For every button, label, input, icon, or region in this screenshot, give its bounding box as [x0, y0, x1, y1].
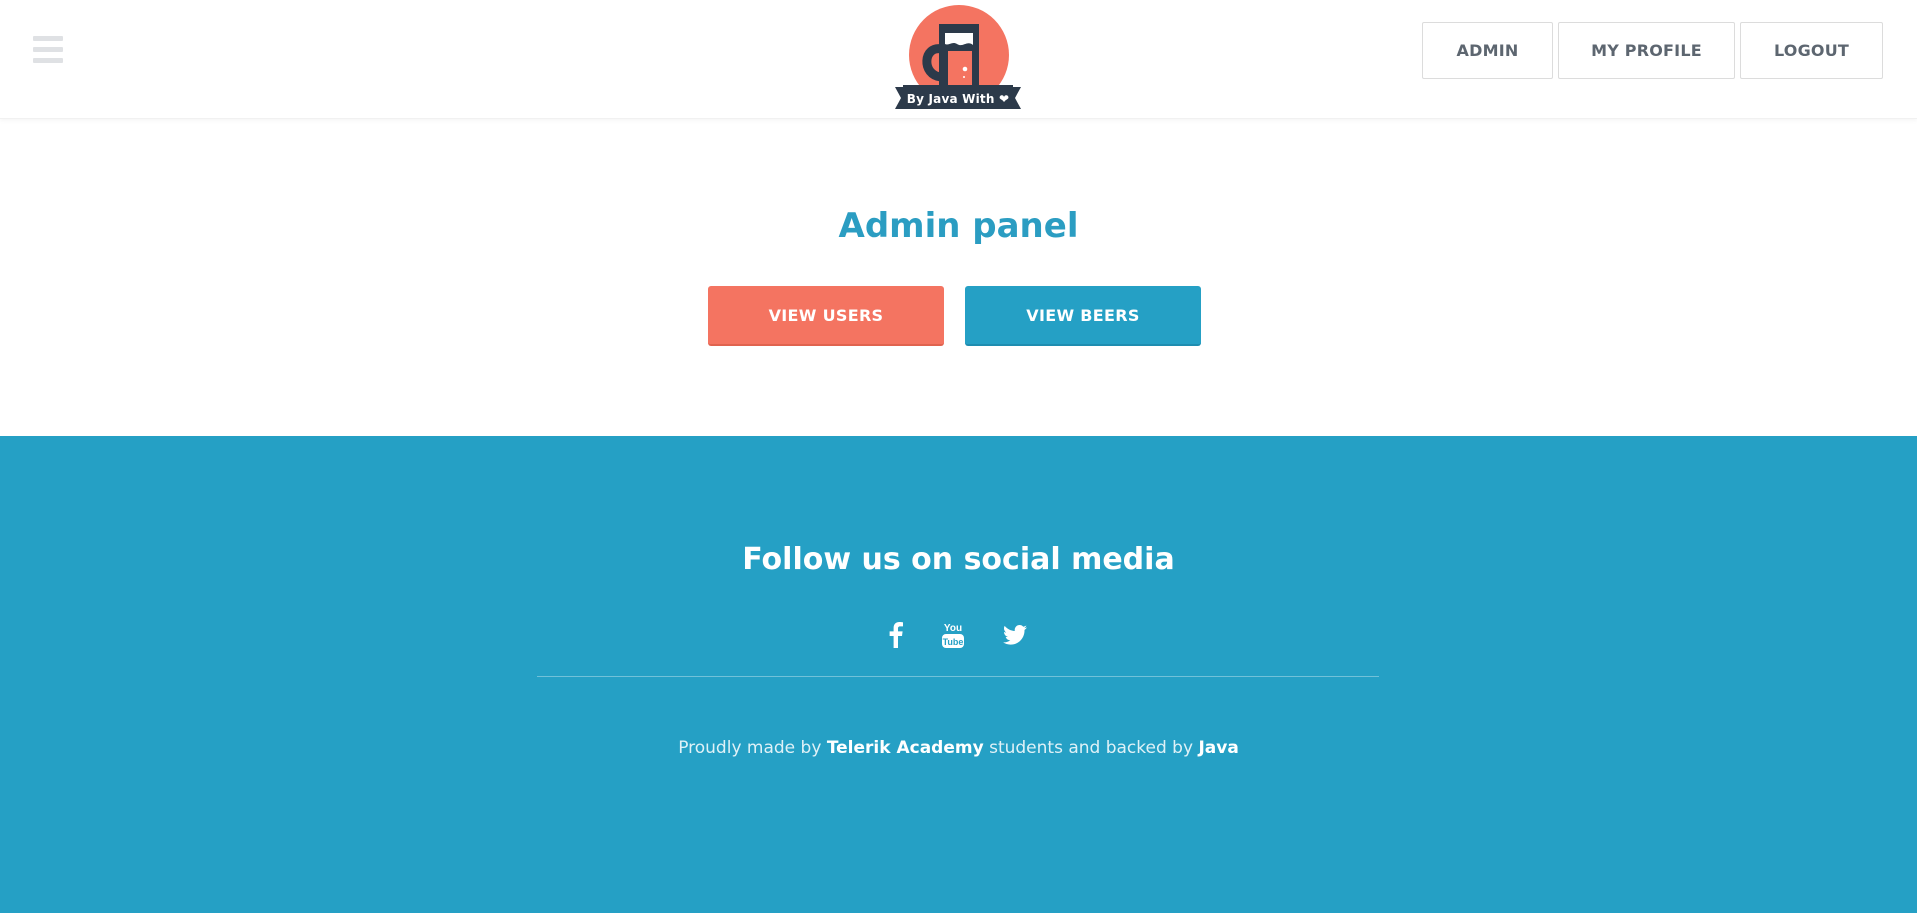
footer-credits: Proudly made by Telerik Academy students…: [0, 738, 1917, 758]
page: By Java With ❤ ADMIN MY PROFILE LOGOUT A…: [0, 0, 1917, 913]
social-links: You Tube: [0, 620, 1917, 650]
admin-button[interactable]: ADMIN: [1422, 22, 1553, 79]
logo-tagline-text: By Java With: [906, 92, 995, 106]
top-header: By Java With ❤ ADMIN MY PROFILE LOGOUT: [0, 0, 1917, 119]
credits-middle: students and backed by: [989, 738, 1194, 758]
footer-divider: [537, 676, 1379, 677]
svg-text:Tube: Tube: [943, 637, 964, 647]
footer: Follow us on social media You Tube Proud…: [0, 436, 1917, 913]
top-nav: ADMIN MY PROFILE LOGOUT: [1422, 22, 1883, 79]
site-logo[interactable]: By Java With ❤: [893, 3, 1023, 115]
admin-panel-section: Admin panel VIEW USERS VIEW BEERS: [0, 119, 1917, 436]
my-profile-button[interactable]: MY PROFILE: [1558, 22, 1735, 79]
svg-text:You: You: [944, 623, 962, 634]
logo-tagline: By Java With ❤: [893, 92, 1023, 106]
twitter-icon[interactable]: [1002, 620, 1028, 650]
heart-icon: ❤: [998, 92, 1010, 106]
credits-prefix: Proudly made by: [678, 738, 822, 758]
youtube-icon[interactable]: You Tube: [940, 620, 966, 650]
java-link[interactable]: Java: [1198, 738, 1238, 758]
page-title: Admin panel: [838, 206, 1079, 246]
view-beers-button[interactable]: VIEW BEERS: [965, 286, 1201, 346]
telerik-academy-link[interactable]: Telerik Academy: [827, 738, 984, 758]
view-users-button[interactable]: VIEW USERS: [708, 286, 944, 346]
hamburger-menu-icon[interactable]: [33, 36, 63, 64]
footer-title: Follow us on social media: [742, 542, 1175, 577]
facebook-icon[interactable]: [886, 620, 906, 650]
logout-button[interactable]: LOGOUT: [1740, 22, 1883, 79]
